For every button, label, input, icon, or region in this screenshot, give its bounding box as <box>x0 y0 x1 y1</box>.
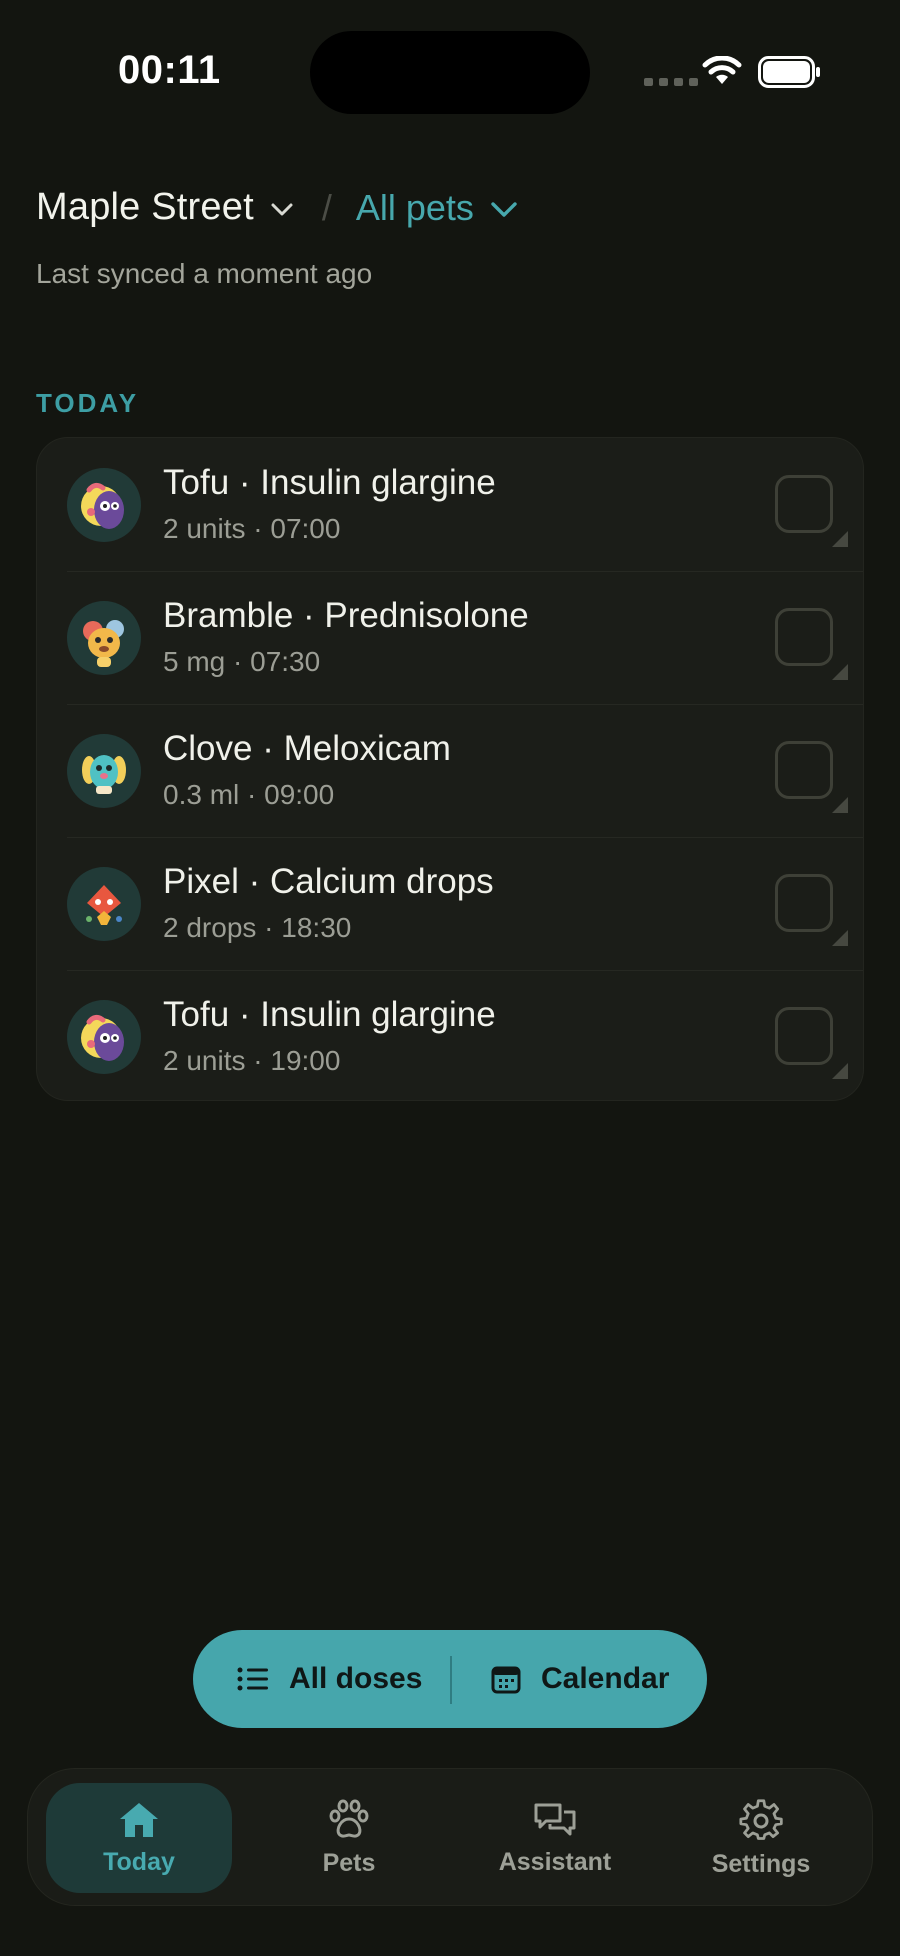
dose-row[interactable]: Pixel · Calcium drops 2 drops · 18:30 <box>37 837 863 970</box>
tab-label: Assistant <box>498 1847 612 1876</box>
dose-detail: 2 units · 07:00 <box>163 513 341 544</box>
dose-checkbox[interactable] <box>775 874 833 932</box>
dose-list: Tofu · Insulin glargine 2 units · 07:00 … <box>36 437 864 1101</box>
tab-label: Today <box>103 1847 175 1876</box>
home-icon <box>120 1802 158 1837</box>
wifi-icon <box>702 56 742 84</box>
all-doses-button[interactable]: All doses <box>237 1630 422 1728</box>
location-selector[interactable]: Maple Street <box>36 186 254 229</box>
pet-filter-chevron-down-icon[interactable] <box>490 201 518 219</box>
tab-label: Pets <box>322 1848 376 1877</box>
dose-detail: 2 drops · 18:30 <box>163 912 352 943</box>
corner-marker <box>832 797 848 813</box>
tofu-avatar-icon <box>67 1000 141 1074</box>
dose-checkbox[interactable] <box>775 475 833 533</box>
corner-marker <box>832 531 848 547</box>
dose-row[interactable]: Clove · Meloxicam 0.3 ml · 09:00 <box>37 704 863 837</box>
sync-status: Last synced a moment ago <box>36 258 373 289</box>
dose-detail: 5 mg · 07:30 <box>163 646 321 677</box>
dose-detail: 2 units · 19:00 <box>163 1045 341 1076</box>
dose-row[interactable]: Tofu · Insulin glargine 2 units · 19:00 <box>37 970 863 1100</box>
calendar-button[interactable]: Calendar <box>491 1630 669 1728</box>
dose-checkbox[interactable] <box>775 1007 833 1065</box>
dose-row[interactable]: Tofu · Insulin glargine 2 units · 07:00 <box>37 438 863 571</box>
section-label-today: TODAY <box>36 388 140 418</box>
tab-today[interactable]: Today <box>46 1783 232 1893</box>
status-time: 00:11 <box>118 48 221 92</box>
paw-icon <box>329 1799 369 1838</box>
dose-title: Tofu · Insulin glargine <box>163 463 496 502</box>
dose-row[interactable]: Bramble · Prednisolone 5 mg · 07:30 <box>37 571 863 704</box>
dynamic-island <box>310 31 590 114</box>
dose-detail: 0.3 ml · 09:00 <box>163 779 335 810</box>
clove-avatar-icon <box>67 734 141 808</box>
pill-divider <box>450 1656 452 1704</box>
dose-checkbox[interactable] <box>775 741 833 799</box>
all-doses-label: All doses <box>289 1662 423 1695</box>
location-chevron-down-icon[interactable] <box>270 202 294 218</box>
screen: 00:11 Maple Street / All pets Last synce… <box>0 0 900 1956</box>
dose-title: Bramble · Prednisolone <box>163 596 529 635</box>
cellular-signal-icon <box>644 78 698 86</box>
header-row: Maple Street / All pets <box>36 186 518 229</box>
dose-title: Clove · Meloxicam <box>163 729 451 768</box>
bramble-avatar-icon <box>67 601 141 675</box>
chat-bubbles-icon <box>534 1803 576 1835</box>
corner-marker <box>832 930 848 946</box>
tab-pets[interactable]: Pets <box>256 1783 442 1893</box>
tab-assistant[interactable]: Assistant <box>462 1783 648 1893</box>
pet-filter-selector[interactable]: All pets <box>356 187 474 229</box>
gear-icon <box>739 1798 783 1840</box>
calendar-label: Calendar <box>541 1662 670 1695</box>
calendar-icon <box>491 1666 521 1694</box>
tab-label: Settings <box>711 1849 811 1878</box>
corner-marker <box>832 664 848 680</box>
battery-icon <box>758 56 820 88</box>
header-separator: / <box>321 186 332 228</box>
tofu-avatar-icon <box>67 468 141 542</box>
dose-checkbox[interactable] <box>775 608 833 666</box>
dose-title: Tofu · Insulin glargine <box>163 995 496 1034</box>
view-switcher-pill: All doses Calendar <box>193 1630 707 1728</box>
list-icon <box>237 1667 268 1691</box>
pixel-avatar-icon <box>67 867 141 941</box>
tab-bar: Today Pets Assistant Settings <box>27 1768 873 1906</box>
corner-marker <box>832 1063 848 1079</box>
tab-settings[interactable]: Settings <box>668 1783 854 1893</box>
dose-title: Pixel · Calcium drops <box>163 862 494 901</box>
